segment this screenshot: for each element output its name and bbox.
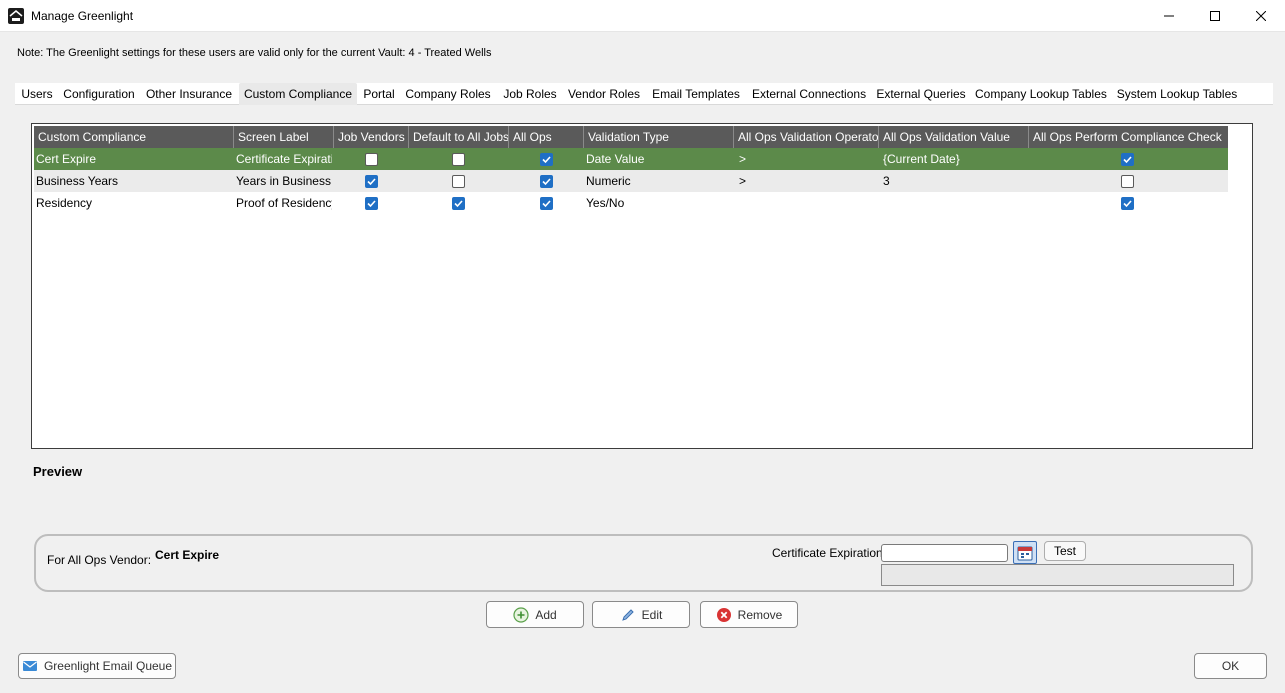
remove-label: Remove (737, 607, 783, 622)
ok-label: OK (1221, 659, 1240, 673)
calendar-button[interactable] (1013, 541, 1037, 564)
tab-configuration[interactable]: Configuration (63, 83, 135, 105)
preview-panel: For All Ops Vendor: Cert Expire Certific… (34, 534, 1253, 592)
cell-screen-label: Years in Business (236, 174, 331, 188)
checkmark-icon (1123, 200, 1132, 208)
all-ops-checkbox[interactable] (540, 153, 553, 166)
email-queue-label: Greenlight Email Queue (43, 659, 173, 673)
default-all-jobs-checkbox[interactable] (452, 175, 465, 188)
column-header-custom-compliance[interactable]: Custom Compliance (34, 126, 234, 148)
maximize-button[interactable] (1192, 0, 1238, 32)
table-row[interactable]: Residency Proof of Residency Yes/No (34, 192, 1228, 214)
cell-screen-label: Certificate Expirati... (236, 152, 332, 166)
greenlight-email-queue-button[interactable]: Greenlight Email Queue (18, 653, 176, 679)
checkmark-icon (542, 178, 551, 186)
all-ops-checkbox[interactable] (540, 175, 553, 188)
tab-vendor-roles[interactable]: Vendor Roles (567, 83, 641, 105)
cell-validation-type: Date Value (586, 152, 645, 166)
add-icon (513, 606, 529, 623)
envelope-icon (22, 661, 37, 671)
checkmark-icon (367, 178, 376, 186)
column-header-perform-check[interactable]: All Ops Perform Compliance Check (1029, 126, 1228, 148)
cell-screen-label: Proof of Residency (236, 196, 332, 210)
checkmark-icon (454, 200, 463, 208)
vendor-label: For All Ops Vendor: (47, 553, 152, 567)
tab-job-roles[interactable]: Job Roles (501, 83, 559, 105)
close-button[interactable] (1238, 0, 1284, 32)
all-ops-checkbox[interactable] (540, 197, 553, 210)
certificate-expiration-input[interactable] (881, 544, 1008, 562)
cell-validation-value (881, 192, 1027, 214)
column-header-screen-label[interactable]: Screen Label (234, 126, 334, 148)
tab-other-insurance[interactable]: Other Insurance (145, 83, 233, 105)
remove-icon (716, 607, 731, 622)
cell-validation-operator: > (739, 174, 747, 188)
perform-check-checkbox[interactable] (1121, 175, 1134, 188)
tab-company-lookup-tables[interactable]: Company Lookup Tables (975, 83, 1107, 105)
vault-note: Note: The Greenlight settings for these … (17, 47, 492, 59)
close-icon (1256, 11, 1266, 21)
cell-custom-compliance: Cert Expire (36, 152, 97, 166)
add-button[interactable]: Add (486, 601, 584, 628)
checkmark-icon (1123, 156, 1132, 164)
custom-compliance-grid[interactable]: Custom Compliance Screen Label Job Vendo… (31, 123, 1253, 449)
remove-button[interactable]: Remove (700, 601, 798, 628)
column-header-validation-operator[interactable]: All Ops Validation Operator (734, 126, 879, 148)
tab-external-connections[interactable]: External Connections (752, 83, 866, 105)
cell-validation-type: Numeric (586, 174, 631, 188)
cell-validation-value: {Current Date} (883, 152, 960, 166)
column-header-validation-type[interactable]: Validation Type (584, 126, 734, 148)
ok-button[interactable]: OK (1194, 653, 1267, 679)
perform-check-checkbox[interactable] (1121, 197, 1134, 210)
tab-portal[interactable]: Portal (360, 83, 398, 105)
tab-system-lookup-tables[interactable]: System Lookup Tables (1116, 83, 1238, 105)
cell-custom-compliance: Business Years (36, 174, 119, 188)
default-all-jobs-checkbox[interactable] (452, 197, 465, 210)
maximize-icon (1210, 11, 1220, 21)
job-vendors-checkbox[interactable] (365, 175, 378, 188)
preview-heading: Preview (33, 464, 83, 479)
column-header-default-all-jobs[interactable]: Default to All Jobs (409, 126, 509, 148)
add-label: Add (535, 607, 557, 622)
default-all-jobs-checkbox[interactable] (452, 153, 465, 166)
test-button[interactable]: Test (1044, 541, 1086, 561)
pencil-icon (621, 608, 634, 621)
tab-external-queries[interactable]: External Queries (875, 83, 967, 105)
cell-validation-operator: > (739, 152, 747, 166)
cell-validation-operator (737, 192, 877, 214)
job-vendors-checkbox[interactable] (365, 153, 378, 166)
minimize-button[interactable] (1146, 0, 1192, 32)
minimize-icon (1164, 15, 1174, 17)
title-bar: Manage Greenlight (0, 0, 1285, 32)
grid-header: Custom Compliance Screen Label Job Vendo… (34, 126, 1228, 148)
table-row[interactable]: Business Years Years in Business Numeric… (34, 170, 1228, 192)
certificate-expiration-label: Certificate Expiration (772, 546, 883, 560)
column-header-all-ops[interactable]: All Ops (509, 126, 584, 148)
tab-users[interactable]: Users (17, 83, 57, 105)
cell-validation-type: Yes/No (586, 196, 625, 210)
tab-email-templates[interactable]: Email Templates (651, 83, 741, 105)
window-title: Manage Greenlight (31, 9, 134, 23)
cell-custom-compliance: Residency (36, 196, 93, 210)
vendor-value: Cert Expire (155, 548, 220, 562)
tab-custom-compliance[interactable]: Custom Compliance (239, 83, 357, 105)
column-header-validation-value[interactable]: All Ops Validation Value (879, 126, 1029, 148)
checkmark-icon (542, 200, 551, 208)
edit-label: Edit (641, 607, 663, 622)
test-result-field (881, 564, 1234, 586)
edit-button[interactable]: Edit (592, 601, 690, 628)
checkmark-icon (367, 200, 376, 208)
table-row[interactable]: Cert Expire Certificate Expirati... Date… (34, 148, 1228, 170)
job-vendors-checkbox[interactable] (365, 197, 378, 210)
tab-bar: Users Configuration Other Insurance Cust… (15, 83, 1273, 105)
column-header-job-vendors[interactable]: Job Vendors (334, 126, 409, 148)
calendar-icon (1017, 546, 1033, 560)
app-logo-icon (8, 8, 24, 24)
cell-validation-value: 3 (883, 174, 890, 188)
checkmark-icon (542, 156, 551, 164)
perform-check-checkbox[interactable] (1121, 153, 1134, 166)
tab-company-roles[interactable]: Company Roles (405, 83, 491, 105)
